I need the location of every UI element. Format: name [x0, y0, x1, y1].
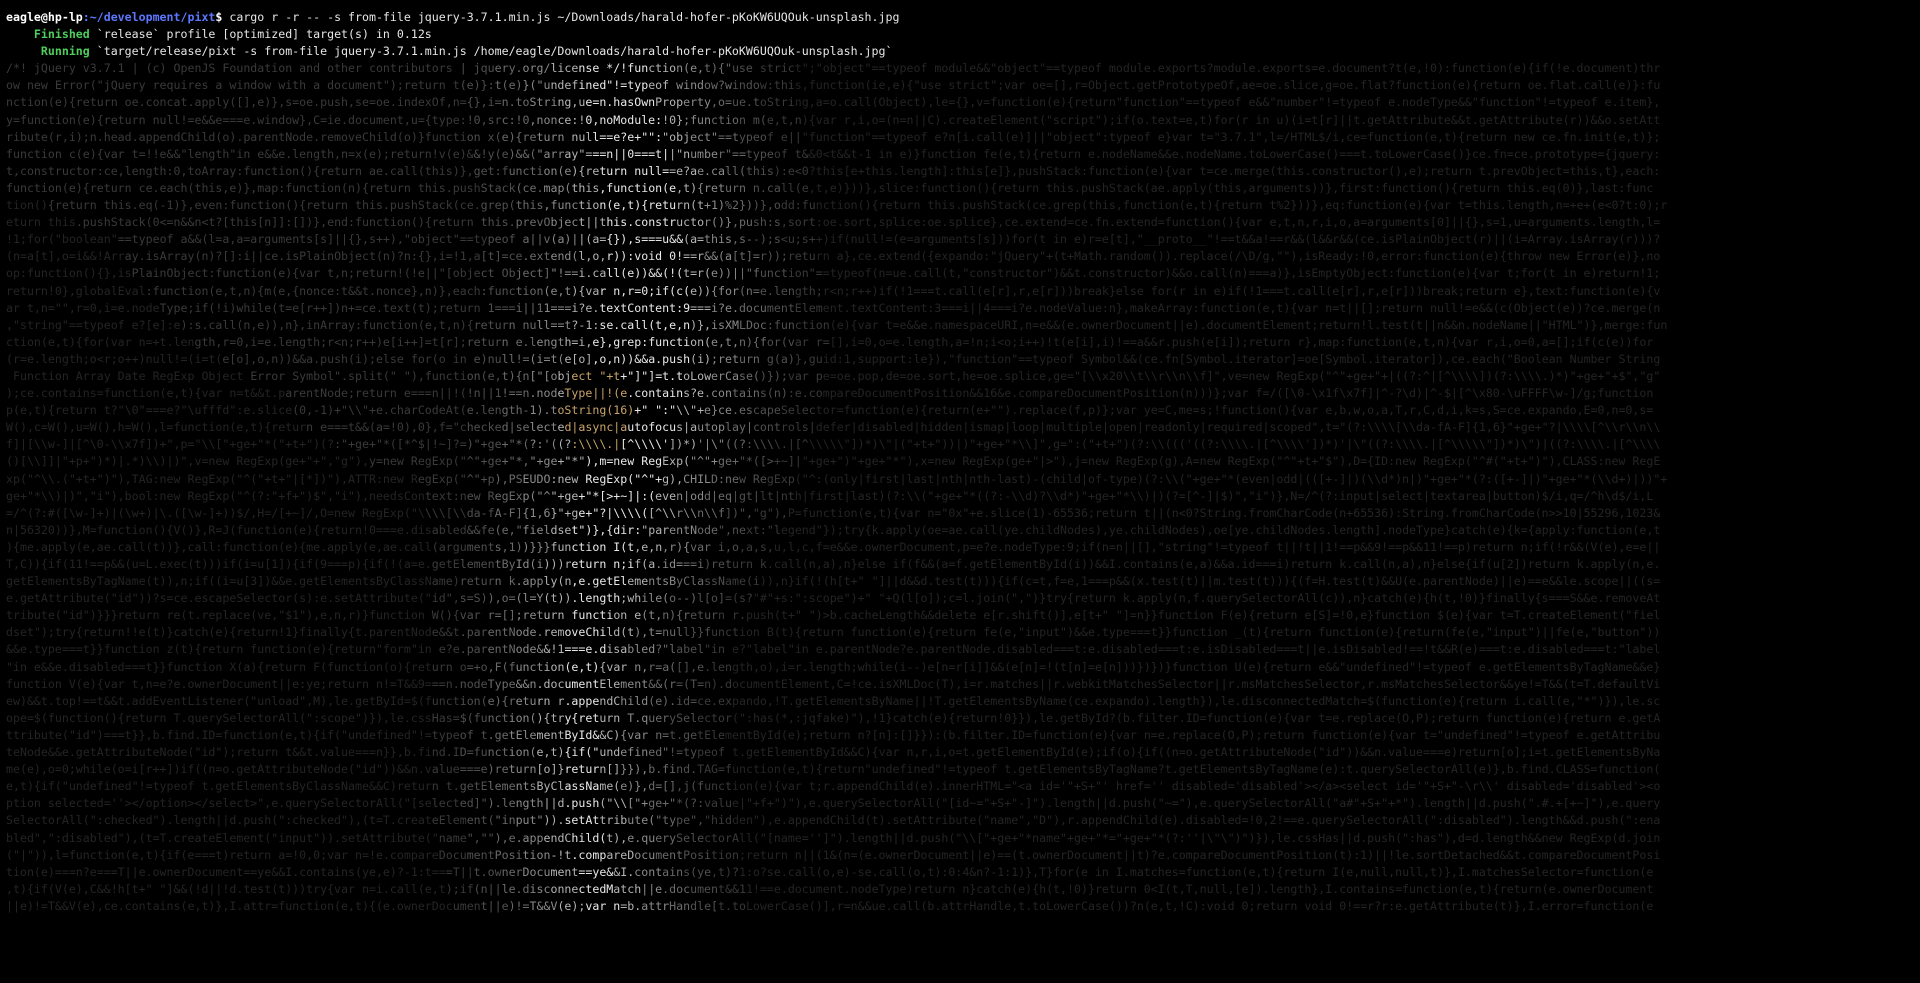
ascii-art-line: "in e&&e.disabled===t}}function X(a){ret…	[6, 659, 1661, 674]
ascii-art-line: ope=$(function(){return T.querySelectorA…	[6, 710, 1661, 725]
ascii-art-line: );ce.contains=function(e,t){var n=t&&t.p…	[6, 386, 1654, 401]
ascii-art-line: ttribute("id")===t}},b.find.ID=function(…	[6, 727, 1661, 742]
ascii-art-line: bled",":disabled"),(t=T.createElement("i…	[6, 830, 1661, 845]
prompt-command: cargo r -r -- -s from-file jquery-3.7.1.…	[222, 10, 900, 24]
ascii-art-line: ction(e,t){for(var n=+t.length,r=0,i=e.l…	[6, 334, 1654, 349]
ascii-art-line: tion(){return this.eq(-1)},even:function…	[6, 198, 1668, 213]
ascii-art-line: (n=a[t],o=i&&!Array.isArray(n)?[]:i||ce.…	[6, 249, 1661, 264]
ascii-art-line: W(),c=W(),u=W(),h=W(),l=function(e,t){re…	[6, 420, 1661, 435]
ascii-art-line: t,constructor:ce,length:0,toArray:functi…	[6, 163, 1661, 178]
ascii-art-line: ar t,n="",r=0,i=e.nodeType;if(!i)while(t…	[6, 300, 1661, 315]
ascii-art-line: teNode&&e.getAttributeNode("id");return …	[6, 745, 1661, 760]
ascii-art-line: op:function(){},isPlainObject:function(e…	[6, 266, 1661, 281]
status-line-running: Running `target/release/pixt -s from-fil…	[6, 43, 1914, 60]
ascii-art-line: ||e)!=T&&V(e),ce.contains(e,t)},I.attr=f…	[6, 898, 1654, 913]
ascii-art-line: ption selected=''></option></select>",e.…	[6, 796, 1661, 811]
prompt-user-host: eagle@hp-lp	[6, 10, 83, 24]
ascii-art-line: xp("^\\.("+t+")"),TAG:new RegExp("^("+t+…	[6, 471, 1668, 486]
ascii-art-line: ,t){if(V(e),C&&!h[t+" "]&&(!d||!d.test(t…	[6, 881, 1654, 896]
prompt-path: :~/development/pixt	[82, 10, 216, 24]
ascii-art-line: &&e.type===t}}function z(t){return funct…	[6, 642, 1661, 657]
ascii-art-line: Function Array Date RegExp Object Error …	[6, 368, 1661, 383]
ascii-art-line: ()[\\]]|"+p+")*)|.*)\\)|)",v=new RegExp(…	[6, 454, 1661, 469]
status-line-finished: Finished `release` profile [optimized] t…	[6, 26, 1914, 43]
ascii-art-line: tion(e)===n?e===T||e.ownerDocument==ye&&…	[6, 864, 1654, 879]
ascii-art-line: tribute("id")}}}return re(t.replace(ve,"…	[6, 608, 1661, 623]
ascii-art-line: ("|")),l=function(e,t){if(e===t)return a…	[6, 847, 1661, 862]
status-word-finished: Finished	[6, 27, 90, 42]
ascii-art-line: return!0},globalEval:function(e,t,n){m(e…	[6, 283, 1661, 298]
ascii-art-line: p(e,t){return t?"\0"===e?"\ufffd":e.slic…	[6, 403, 1654, 418]
ascii-art-line: dset");try{return!!e(t)}catch(e){return!…	[6, 625, 1661, 640]
ascii-art-line: f]|[\\w-]|[^\0-\\x7f])+",p="\\["+ge+"*("…	[6, 437, 1661, 452]
ascii-art-line: function c(e){var t=!!e&&"length"in e&&e…	[6, 146, 1661, 161]
ascii-art-line: !1;for("boolean"==typeof a&&(l=a,a=argum…	[6, 232, 1661, 247]
ascii-art-line: /*! jQuery v3.7.1 | (c) OpenJS Foundatio…	[6, 61, 1661, 76]
ascii-art-line: ew)&&t.top!==t&&t.addEventListener("unlo…	[6, 693, 1661, 708]
status-word-running: Running	[6, 44, 90, 59]
ascii-art-line: ow new Error("jQuery requires a window w…	[6, 78, 1661, 93]
terminal-output[interactable]: eagle@hp-lp:~/development/pixt$ cargo r …	[6, 9, 1914, 981]
ascii-art-line: =/^(?:#([\w-]+)|(\w+)|\.([\w-]+))$/,H=/[…	[6, 505, 1661, 520]
ascii-art-output: /*! jQuery v3.7.1 | (c) OpenJS Foundatio…	[6, 60, 1914, 915]
prompt-line: eagle@hp-lp:~/development/pixt$ cargo r …	[6, 9, 1914, 26]
ascii-art-line: eturn this.pushStack(0<=n&&n<t?[this[n]]…	[6, 215, 1661, 230]
status-text-running: `target/release/pixt -s from-file jquery…	[89, 44, 893, 59]
ascii-art-line: e.getAttribute("id"))?s=ce.escapeSelecto…	[6, 591, 1661, 606]
status-text-finished: `release` profile [optimized] target(s) …	[89, 27, 432, 42]
ascii-art-line: n|56320))},M=function(){V()},R=J(functio…	[6, 522, 1661, 537]
ascii-art-line: function(e){return ce.each(this,e)},map:…	[6, 180, 1654, 195]
ascii-art-line: T,C)){if(11!==p&&(u=L.exec(t)))if(i=u[1]…	[6, 557, 1661, 571]
ascii-art-line: function V(e){var t,n=e?e.ownerDocument|…	[6, 676, 1661, 691]
ascii-art-line: me(e),o=0;while(o=i[r++])if((n=o.getAttr…	[6, 762, 1661, 777]
ascii-art-line: SelectorAll(":checked").length||d.push("…	[6, 813, 1661, 828]
ascii-art-line: e,t){if("undefined"!=typeof t.getElement…	[6, 779, 1661, 794]
ascii-art-line: y=function(e){return null!=e&&e===e.wind…	[6, 112, 1661, 127]
ascii-art-line: ribute(r,i);n.head.appendChild(o).parent…	[6, 129, 1661, 144]
ascii-art-line: nction(e){return oe.concat.apply([],e)},…	[6, 95, 1661, 110]
ascii-art-line: ){me.apply(e,ae.call(t))},call:function(…	[6, 539, 1661, 554]
ascii-art-line: getElementsByTagName(t)),n;if((i=u[3])&&…	[6, 574, 1661, 589]
ascii-art-line: ,"string"==typeof e?[e]:e):s.call(n,e)),…	[6, 317, 1668, 332]
ascii-art-line: ge+"*\\)|)","i"),bool:new RegExp("^(?:"+…	[6, 488, 1654, 503]
ascii-art-line: (r=e.length;o<r;o++)null!=(i=t(e[o],o,n)…	[6, 351, 1661, 366]
